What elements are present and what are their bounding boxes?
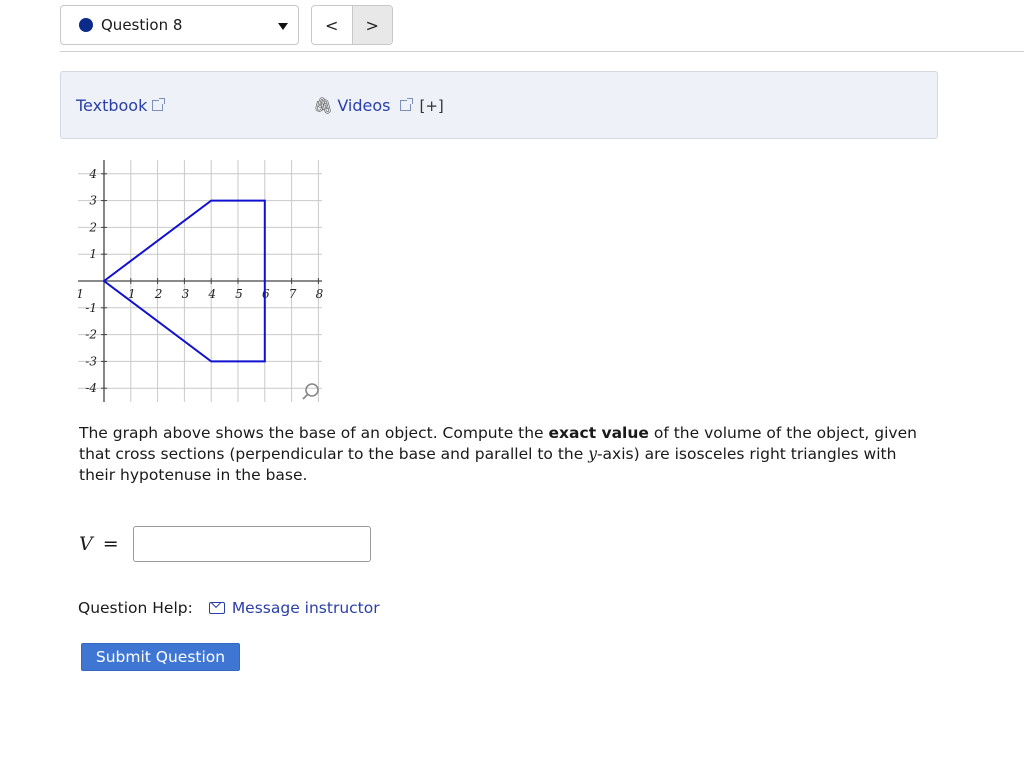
x-tick-label: 4 [207,287,216,301]
expand-resources-button[interactable]: [+] [419,97,443,115]
submit-question-button[interactable]: Submit Question [81,643,240,671]
videos-label: Videos [337,96,391,115]
y-tick-label: 3 [89,194,97,208]
question-text-emphasis: exact value [548,424,649,442]
answer-row: V = [79,526,371,562]
y-tick-label: -2 [85,328,97,342]
next-question-button[interactable]: > [351,6,392,44]
x-tick-label: 6 [262,287,270,301]
question-select[interactable]: Question 8 [60,5,299,45]
external-link-icon [152,98,166,111]
paperclip-icon: 🖇 [313,96,334,115]
question-nav: < > [311,5,393,45]
y-tick-label: -4 [85,381,97,395]
x-tick-label: 8 [316,287,324,301]
question-status-dot [79,18,93,32]
textbook-label: Textbook [76,96,148,115]
page: Question 8 < > Textbook 🖇 Videos [+] 1 2 3… [0,0,1024,773]
x-tick-label: 7 [289,287,297,301]
x-tick-label: 5 [235,287,243,301]
divider [60,51,1024,52]
x-tick-label: 3 [182,287,190,301]
textbook-link[interactable]: Textbook [76,96,166,115]
x-tick-label: 1 [78,287,84,301]
resources-panel: Textbook 🖇 Videos [+] [60,71,938,139]
question-text-part: The graph above shows the base of an obj… [79,424,549,442]
videos-link[interactable]: 🖇 Videos [+] [313,96,444,115]
equals-sign: = [102,533,119,555]
question-help: Question Help: Message instructor [78,599,380,617]
zoom-icon[interactable] [302,383,319,400]
y-tick-label: -1 [85,301,97,315]
y-tick-label: 2 [88,220,97,234]
x-tick-label: 2 [154,287,163,301]
answer-input[interactable] [132,526,371,562]
answer-variable-label: V [79,533,93,555]
external-link-icon [400,98,414,111]
y-tick-label: 1 [89,247,97,261]
y-tick-label: 4 [88,167,97,181]
graph: 12345678154321-1-2-3-4-5 [78,160,324,402]
message-instructor-link[interactable]: Message instructor [232,599,380,617]
question-help-label: Question Help: [78,599,193,617]
question-select-label: Question 8 [101,16,183,34]
question-variable: y [588,445,597,463]
question-text: The graph above shows the base of an obj… [79,423,929,486]
mail-icon [208,602,225,614]
previous-question-button[interactable]: < [312,6,352,44]
graph-axes [78,160,322,402]
y-tick-label: -3 [85,354,97,368]
caret-down-icon [278,23,288,30]
